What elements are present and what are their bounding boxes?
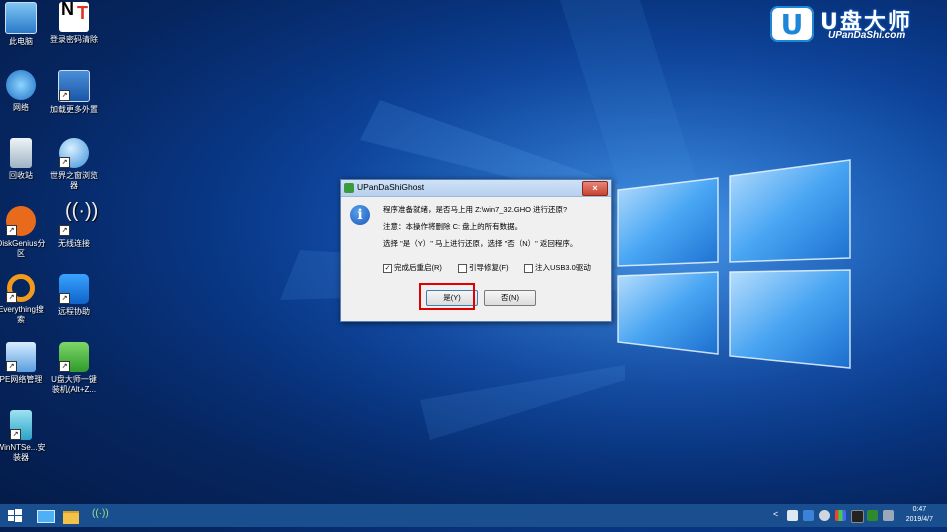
taskbar-explorer-button[interactable]: [58, 506, 84, 525]
wireless-icon: ((·)) ↗: [59, 201, 98, 236]
folder-icon: [63, 511, 79, 524]
recycle-bin-icon: [10, 138, 32, 168]
dialog-title: UPanDaShiGhost: [357, 182, 425, 192]
message-line-1: 程序准备就绪，是否马上用 Z:\win7_32.GHO 进行还原?: [383, 205, 568, 214]
desktop-icon-remote-assist[interactable]: ↗ 远程协助: [48, 274, 100, 317]
desktop-icon-load-more[interactable]: ↗ 加载更多外置: [48, 70, 100, 115]
network-manager-icon: ↗: [6, 342, 36, 372]
desktop-icon-diskgenius[interactable]: ↗ DiskGenius分区: [0, 206, 47, 259]
taskbar-desktop-button[interactable]: [32, 506, 58, 525]
tray-monitor-icon[interactable]: [851, 510, 864, 523]
globe-icon: ↗: [59, 138, 89, 168]
checkbox-boot-repair[interactable]: 引导修复(F): [458, 262, 509, 273]
teamviewer-icon: ↗: [59, 274, 89, 304]
shortcut-arrow-icon: ↗: [59, 90, 70, 101]
wireless-icon: ((·)): [92, 508, 109, 519]
shortcut-arrow-icon: ↗: [59, 293, 70, 304]
info-icon: i: [350, 205, 370, 225]
checkbox-usb3-driver[interactable]: 注入USB3.0驱动: [524, 262, 591, 273]
message-line-3: 选择 "是（Y）" 马上进行还原，选择 "否（N）" 返回程序。: [383, 239, 578, 248]
desktop-icon-this-pc[interactable]: 此电脑: [0, 2, 47, 47]
computer-icon: [5, 2, 37, 34]
tray-display-icon[interactable]: [787, 510, 798, 521]
desktop-icon-network[interactable]: 网络: [0, 70, 47, 113]
windows-logo-icon: [8, 509, 22, 522]
no-button[interactable]: 否(N): [484, 290, 536, 306]
shortcut-arrow-icon: ↗: [10, 429, 21, 440]
monitor-icon: [37, 510, 55, 523]
close-button[interactable]: ×: [582, 181, 608, 196]
system-tray: < 0:47 2019/4/7: [767, 504, 947, 527]
desktop-icon-pe-network[interactable]: ↗ PE网络管理: [0, 342, 47, 385]
shortcut-arrow-icon: ↗: [59, 157, 70, 168]
shortcut-arrow-icon: ↗: [6, 292, 17, 303]
desktop-icon-wireless[interactable]: ((·)) ↗ 无线连接: [48, 201, 100, 249]
clock-time: 0:47: [912, 506, 927, 513]
message-line-2: 注意：本操作将删除 C: 盘上的所有数据。: [383, 222, 523, 231]
app-icon: [344, 183, 354, 193]
start-button[interactable]: [0, 504, 30, 527]
shortcut-arrow-icon: ↗: [59, 361, 70, 372]
checkbox-unchecked-icon: [524, 263, 533, 273]
taskbar: ((·)) < 0:47 2019/4/7: [0, 504, 947, 527]
tray-color-icon[interactable]: [835, 510, 846, 521]
taskbar-wireless-button[interactable]: ((·)): [90, 506, 116, 525]
expand-arrows-icon: ↗: [58, 70, 90, 102]
desktop-icon-winntsetup[interactable]: ↗ WinNTSe...安装器: [0, 410, 47, 463]
red-highlight-box: [419, 283, 475, 310]
desktop-icon-everything[interactable]: ↗ Everything搜索: [0, 274, 47, 325]
shortcut-arrow-icon: ↗: [59, 225, 70, 236]
ghost-icon: ↗: [59, 342, 89, 372]
clock-date: 2019/4/7: [905, 516, 933, 523]
checkbox-restart[interactable]: ✓ 完成后重启(R): [383, 262, 442, 273]
network-icon: [6, 70, 36, 100]
desktop-icon-password-clear[interactable]: N T 登录密码清除: [48, 0, 100, 45]
desktop-icon-recycle-bin[interactable]: 回收站: [0, 138, 47, 181]
brand-u-icon: U: [770, 6, 814, 42]
desktop-icon-upandashi-install[interactable]: ↗ U盘大师一键装机(Alt+Z...: [48, 342, 100, 395]
brand-logo: U U盘大师 UPanDaShi.com: [770, 4, 942, 44]
diskgenius-icon: ↗: [6, 206, 36, 236]
password-clear-icon: N T: [59, 0, 89, 32]
ghost-confirm-dialog: UPanDaShiGhost × i 程序准备就绪，是否马上用 Z:\win7_…: [340, 179, 612, 322]
winntsetup-icon: ↗: [10, 410, 32, 440]
taskbar-clock[interactable]: 0:47 2019/4/7: [906, 505, 933, 525]
tray-keyboard-icon[interactable]: [803, 510, 814, 521]
checkbox-unchecked-icon: [458, 263, 467, 273]
checkbox-checked-icon: ✓: [383, 263, 392, 273]
magnifier-icon: ↗: [6, 274, 35, 303]
desktop-icon-browser[interactable]: ↗ 世界之窗浏览器: [48, 138, 100, 191]
tray-chevron-icon[interactable]: <: [773, 509, 778, 519]
shortcut-arrow-icon: ↗: [6, 361, 17, 372]
tray-ghost-icon[interactable]: [867, 510, 878, 521]
dialog-titlebar[interactable]: UPanDaShiGhost ×: [341, 180, 611, 197]
tray-volume-icon[interactable]: [883, 510, 894, 521]
tray-usb-icon[interactable]: [819, 510, 830, 521]
brand-url: UPanDaShi.com: [828, 30, 906, 41]
shortcut-arrow-icon: ↗: [6, 225, 17, 236]
